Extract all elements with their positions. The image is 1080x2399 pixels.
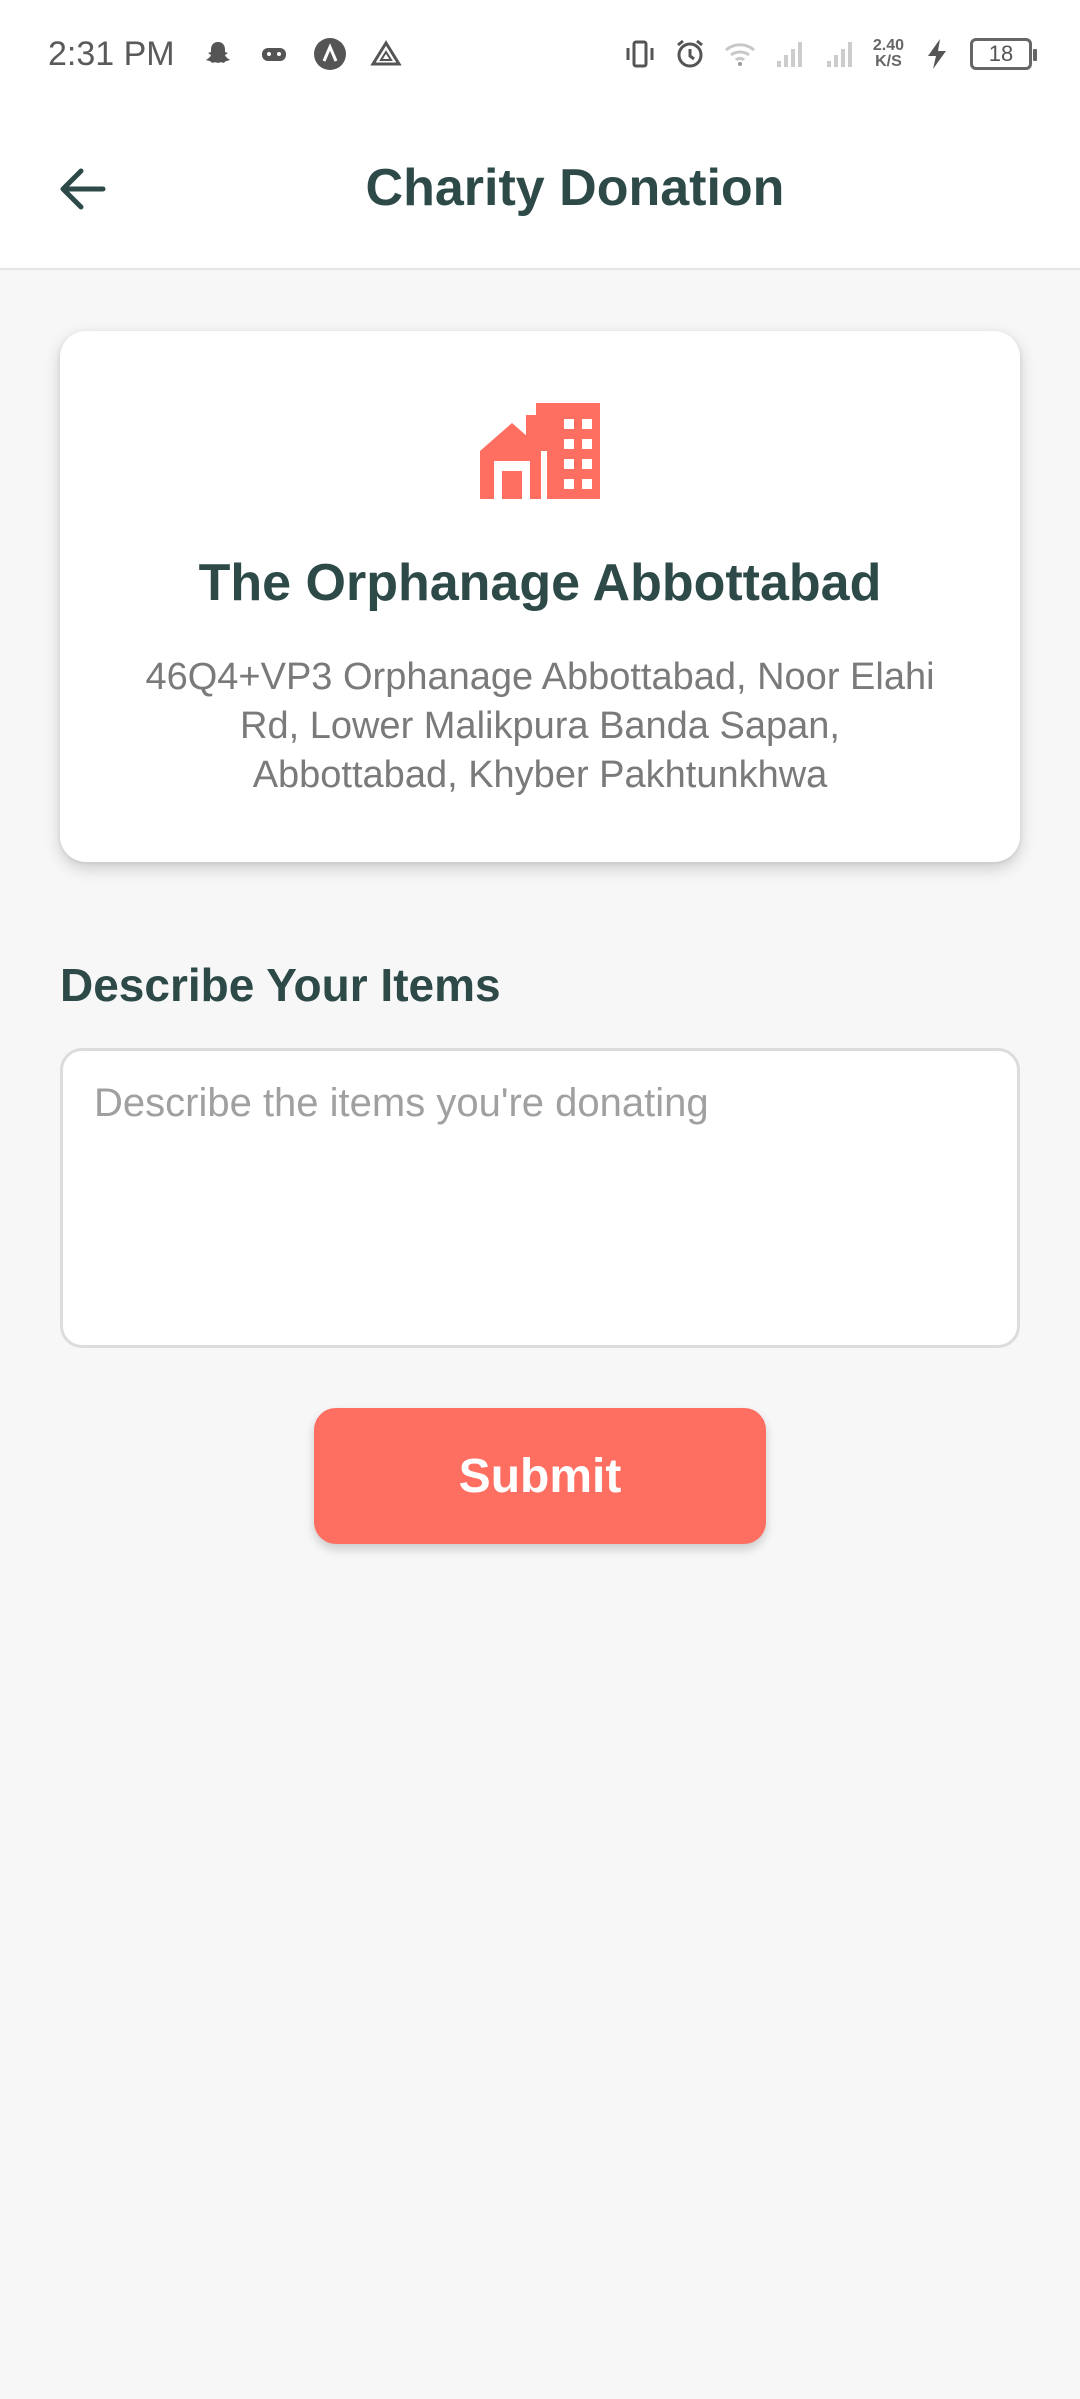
network-speed: 2.40 K/S: [873, 38, 904, 70]
organization-name: The Orphanage Abbottabad: [198, 554, 882, 612]
page-title: Charity Donation: [365, 159, 785, 217]
wifi-icon: [723, 37, 757, 71]
status-left-icons: [201, 37, 403, 71]
signal-icon: [773, 37, 807, 71]
organization-address: 46Q4+VP3 Orphanage Abbottabad, Noor Elah…: [145, 656, 935, 796]
battery-indicator: 18: [970, 38, 1037, 70]
alarm-icon: [673, 37, 707, 71]
describe-items-label: Describe Your Items: [60, 959, 501, 1011]
game-controller-icon: [257, 37, 291, 71]
app-a-icon: [313, 37, 347, 71]
app-bar: Charity Donation: [0, 108, 1080, 270]
network-speed-unit: K/S: [875, 53, 902, 70]
vibrate-icon: [623, 37, 657, 71]
status-time: 2:31 PM: [48, 34, 175, 73]
status-right-icons: 2.40 K/S 18: [623, 37, 1037, 71]
organization-card: The Orphanage Abbottabad 46Q4+VP3 Orphan…: [60, 331, 1020, 862]
drive-icon: [369, 37, 403, 71]
charging-icon: [920, 37, 954, 71]
status-bar: 2:31 PM 2.40 K/S 18: [0, 0, 1080, 108]
network-speed-value: 2.40: [872, 37, 904, 54]
signal-icon: [823, 37, 857, 71]
items-description-input[interactable]: [60, 1048, 1020, 1348]
snapchat-icon: [201, 37, 235, 71]
home-building-icon: [480, 403, 600, 499]
submit-button[interactable]: Submit: [314, 1408, 766, 1544]
